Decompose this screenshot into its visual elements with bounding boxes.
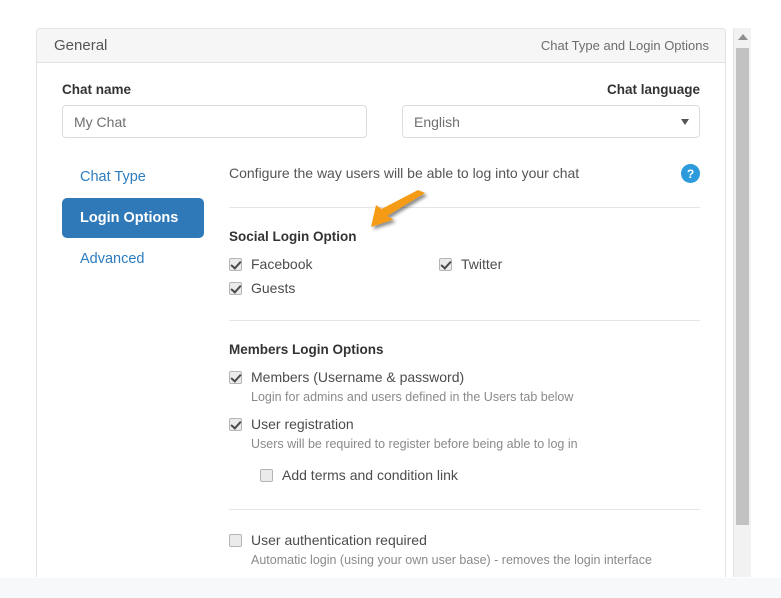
checkbox-guests[interactable] xyxy=(229,282,242,295)
sidebar-item-label: Chat Type xyxy=(80,169,146,185)
intro-row: Configure the way users will be able to … xyxy=(229,160,700,183)
vertical-scrollbar[interactable] xyxy=(733,28,751,577)
panel-subtitle: Chat Type and Login Options xyxy=(541,38,709,53)
checkbox-row-members[interactable]: Members (Username & password) xyxy=(229,369,700,385)
checkbox-row-terms-link[interactable]: Add terms and condition link xyxy=(260,467,700,483)
top-field-labels: Chat name Chat language xyxy=(37,63,725,97)
social-login-options-row-1: Facebook Twitter xyxy=(229,244,700,272)
checkbox-row-user-auth[interactable]: User authentication required xyxy=(229,532,700,548)
panel-body: Chat name Chat language English Chat Typ… xyxy=(37,63,725,567)
chat-language-select[interactable]: English xyxy=(402,105,700,138)
scrollbar-right-edge xyxy=(751,28,752,577)
help-text-user-auth: Automatic login (using your own user bas… xyxy=(251,553,700,567)
divider xyxy=(229,320,700,321)
scrollbar-thumb[interactable] xyxy=(736,48,749,525)
checkbox-user-registration[interactable] xyxy=(229,418,242,431)
checkbox-label-twitter: Twitter xyxy=(461,256,502,272)
chat-name-label: Chat name xyxy=(62,82,131,97)
social-login-section-title: Social Login Option xyxy=(229,229,700,244)
sidebar-item-login-options[interactable]: Login Options xyxy=(62,198,204,238)
help-text-user-registration: Users will be required to register befor… xyxy=(251,437,700,451)
checkbox-members[interactable] xyxy=(229,371,242,384)
checkbox-row-twitter[interactable]: Twitter xyxy=(439,256,502,272)
chat-language-select-value: English xyxy=(402,105,700,138)
caret-up-icon xyxy=(738,34,748,40)
checkbox-row-user-registration[interactable]: User registration xyxy=(229,416,700,432)
page-title: General xyxy=(54,37,107,54)
checkbox-user-auth[interactable] xyxy=(229,534,242,547)
chat-language-label: Chat language xyxy=(607,82,700,97)
settings-panel: General Chat Type and Login Options Chat… xyxy=(36,28,726,577)
top-field-inputs: English xyxy=(37,97,725,138)
checkbox-facebook[interactable] xyxy=(229,258,242,271)
page-bottom-strip xyxy=(0,578,781,598)
scroll-up-button[interactable] xyxy=(734,28,751,45)
sidebar-item-label: Login Options xyxy=(80,210,178,226)
checkbox-twitter[interactable] xyxy=(439,258,452,271)
checkbox-label-user-registration: User registration xyxy=(251,416,354,432)
checkbox-terms-link[interactable] xyxy=(260,469,273,482)
checkbox-label-members: Members (Username & password) xyxy=(251,369,464,385)
settings-side-nav: Chat Type Login Options Advanced xyxy=(37,160,229,567)
checkbox-label-user-auth: User authentication required xyxy=(251,532,427,548)
chevron-down-icon xyxy=(681,119,689,125)
help-icon[interactable]: ? xyxy=(681,164,700,183)
divider xyxy=(229,509,700,510)
help-text-members: Login for admins and users defined in th… xyxy=(251,390,700,404)
divider xyxy=(229,207,700,208)
checkbox-row-guests[interactable]: Guests xyxy=(229,280,700,296)
checkbox-label-terms-link: Add terms and condition link xyxy=(282,467,458,483)
intro-description: Configure the way users will be able to … xyxy=(229,162,579,181)
settings-content: Configure the way users will be able to … xyxy=(229,160,725,567)
members-login-section-title: Members Login Options xyxy=(229,342,700,357)
settings-columns: Chat Type Login Options Advanced Configu… xyxy=(37,138,725,567)
checkbox-label-guests: Guests xyxy=(251,280,295,296)
checkbox-label-facebook: Facebook xyxy=(251,256,312,272)
chat-name-input[interactable] xyxy=(62,105,367,138)
sidebar-item-advanced[interactable]: Advanced xyxy=(62,242,229,276)
checkbox-row-facebook[interactable]: Facebook xyxy=(229,256,439,272)
sidebar-item-label: Advanced xyxy=(80,251,145,267)
panel-header: General Chat Type and Login Options xyxy=(37,29,725,63)
sidebar-item-chat-type[interactable]: Chat Type xyxy=(62,160,229,194)
